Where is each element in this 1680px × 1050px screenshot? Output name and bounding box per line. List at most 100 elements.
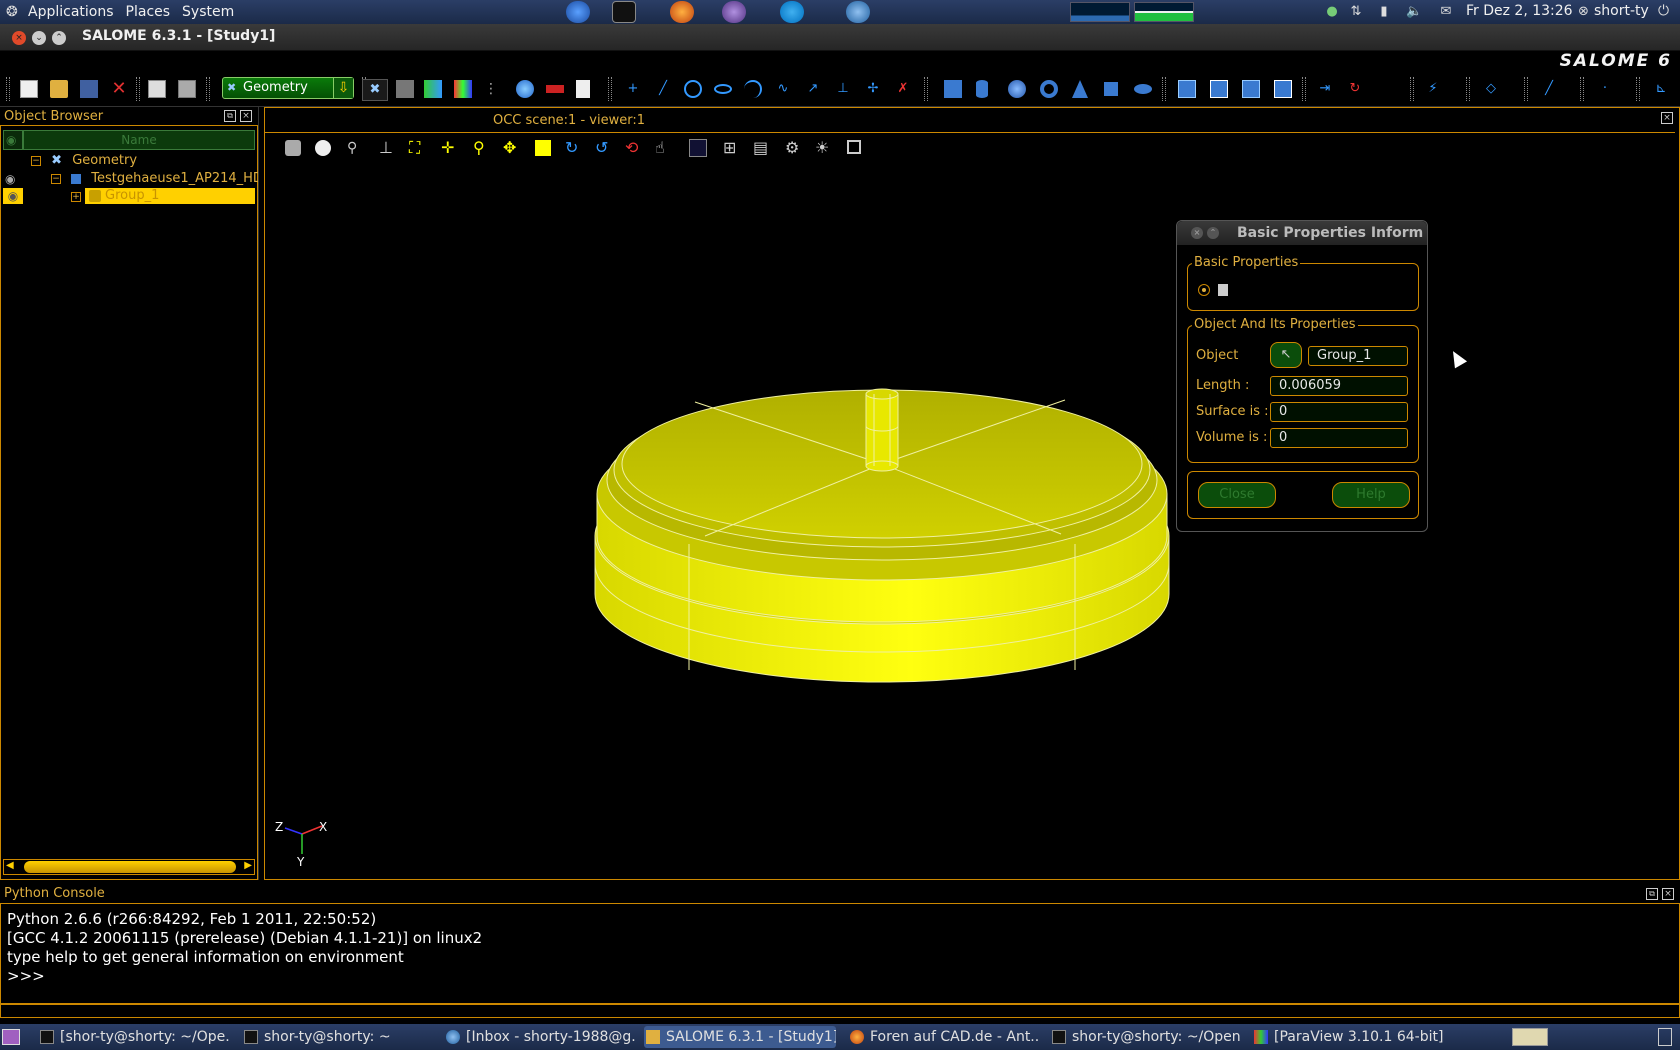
translation-icon[interactable]: ⇥ bbox=[1316, 80, 1334, 98]
task-salome[interactable]: SALOME 6.3.1 - [Study1] bbox=[644, 1026, 836, 1048]
length-field[interactable]: 0.006059 bbox=[1270, 376, 1408, 396]
visibility-column-header[interactable]: ◉ bbox=[3, 130, 23, 150]
expand-icon[interactable]: + bbox=[71, 191, 81, 202]
show-axes-icon[interactable]: ⊥ bbox=[379, 138, 393, 157]
maximize-window-icon[interactable]: ⌃ bbox=[52, 31, 66, 45]
line-icon[interactable]: ╱ bbox=[654, 80, 672, 98]
geometry-module-icon[interactable]: ✖ bbox=[362, 79, 388, 101]
new-document-icon[interactable] bbox=[20, 80, 38, 98]
horizontal-scrollbar[interactable]: ◀ ▶ bbox=[3, 859, 255, 875]
close-viewer-icon[interactable]: × bbox=[1661, 112, 1673, 124]
workspace-switcher[interactable] bbox=[1512, 1028, 1548, 1046]
thunderbird-launcher-icon[interactable] bbox=[846, 1, 870, 23]
scroll-left-icon[interactable]: ◀ bbox=[6, 860, 14, 871]
volume-icon[interactable]: 🔈 bbox=[1406, 4, 1422, 20]
viewer-tab[interactable]: OCC scene:1 - viewer:1 bbox=[269, 110, 869, 132]
cone-icon[interactable] bbox=[1072, 80, 1088, 98]
dialog-title-bar[interactable]: × ⌃ Basic Properties Inform bbox=[1177, 221, 1427, 245]
power-icon[interactable]: ⏻ bbox=[1658, 3, 1669, 19]
circle-icon[interactable] bbox=[684, 80, 702, 98]
close-panel-icon[interactable]: × bbox=[1662, 888, 1674, 900]
viewer-canvas[interactable]: Z X Y bbox=[265, 164, 1679, 879]
task-terminal-3[interactable]: shor-ty@shorty: ~/Open... bbox=[1050, 1026, 1242, 1048]
face-icon[interactable] bbox=[1104, 82, 1118, 96]
cylinder-icon[interactable] bbox=[976, 80, 988, 98]
save-icon[interactable] bbox=[80, 80, 98, 98]
task-terminal-2[interactable]: shor-ty@shorty: ~ bbox=[242, 1026, 434, 1048]
collapse-icon[interactable]: − bbox=[31, 155, 41, 166]
console-prompt[interactable]: >>> bbox=[7, 967, 1673, 986]
task-firefox[interactable]: Foren auf CAD.de - Ant... bbox=[848, 1026, 1040, 1048]
pan-icon[interactable]: ✥ bbox=[503, 138, 516, 157]
trash-icon[interactable] bbox=[1658, 1028, 1672, 1046]
battery-icon[interactable]: ▮ bbox=[1376, 4, 1392, 20]
menu-applications[interactable]: Applications bbox=[28, 4, 114, 20]
ellipse-icon[interactable] bbox=[714, 84, 732, 94]
global-pan-icon[interactable] bbox=[535, 140, 551, 156]
clock[interactable]: Fr Dez 2, 13:26 bbox=[1466, 3, 1573, 19]
fit-area-icon[interactable]: ✛ bbox=[441, 138, 454, 157]
ambient-light-icon[interactable]: ☀ bbox=[815, 138, 829, 157]
select-object-button[interactable]: ↖ bbox=[1270, 342, 1302, 368]
rotation-icon[interactable]: ↻ bbox=[1346, 80, 1364, 98]
zoom-icon[interactable]: ⚲ bbox=[473, 138, 485, 157]
close-document-icon[interactable]: ✕ bbox=[110, 80, 128, 98]
wire-icon[interactable]: ⊾ bbox=[1652, 80, 1670, 98]
box-icon[interactable] bbox=[944, 80, 962, 98]
user-name[interactable]: short-ty bbox=[1594, 3, 1649, 19]
task-thunderbird[interactable]: [Inbox - shorty-1988@g... bbox=[444, 1026, 636, 1048]
task-paraview[interactable]: [ParaView 3.10.1 64-bit] bbox=[1252, 1026, 1444, 1048]
clipping-icon[interactable]: ⊞ bbox=[723, 138, 736, 157]
vertex-icon[interactable]: · bbox=[1596, 80, 1614, 98]
tree-item-testgehaeuse[interactable]: − Testgehaeuse1_AP214_HD bbox=[51, 170, 263, 188]
update-icon[interactable]: ● bbox=[1324, 4, 1340, 20]
module-selector[interactable]: ✖ Geometry ⇩ bbox=[222, 77, 354, 99]
toolbar-handle[interactable] bbox=[6, 77, 10, 101]
tree-item-group-1-selection[interactable]: Group_1 bbox=[85, 188, 255, 204]
close-button[interactable]: Close bbox=[1198, 482, 1276, 508]
point-icon[interactable]: + bbox=[624, 80, 642, 98]
task-terminal-1[interactable]: [shor-ty@shorty: ~/Ope... bbox=[38, 1026, 230, 1048]
clone-view-icon[interactable] bbox=[689, 139, 707, 157]
smesh-module-icon[interactable] bbox=[396, 80, 414, 98]
graduated-axes-icon[interactable]: ⚙ bbox=[785, 138, 799, 157]
post-pro-module-icon[interactable] bbox=[424, 80, 442, 98]
section-icon[interactable] bbox=[1274, 80, 1292, 98]
object-field[interactable]: Group_1 bbox=[1308, 346, 1408, 366]
terminal-launcher-icon[interactable] bbox=[612, 1, 636, 23]
curve-icon[interactable]: ∿ bbox=[774, 80, 792, 98]
trihedron-icon[interactable] bbox=[315, 140, 331, 156]
open-folder-icon[interactable] bbox=[50, 80, 68, 98]
window-title-bar[interactable]: × ⌄ ⌃ SALOME 6.3.1 - [Study1] bbox=[0, 24, 1680, 51]
torus-icon[interactable] bbox=[1040, 80, 1058, 98]
rotate-icon[interactable]: ↻ bbox=[565, 138, 578, 157]
marker-icon[interactable]: ✗ bbox=[894, 80, 912, 98]
cut-icon[interactable] bbox=[1242, 80, 1260, 98]
document-tool-icon[interactable] bbox=[576, 80, 590, 98]
reset-view-icon[interactable]: ⟲ bbox=[625, 138, 638, 157]
collapse-icon[interactable]: − bbox=[51, 173, 61, 184]
minimize-window-icon[interactable]: ⌄ bbox=[32, 31, 46, 45]
gnome-foot-icon[interactable]: ❂ bbox=[6, 4, 22, 20]
disk-icon[interactable] bbox=[1134, 84, 1152, 94]
menu-places[interactable]: Places bbox=[126, 4, 171, 20]
yacs-module-icon[interactable] bbox=[454, 80, 472, 98]
rotate-point-icon[interactable]: ↺ bbox=[595, 138, 608, 157]
name-column-header[interactable]: Name bbox=[23, 130, 255, 150]
eye-icon[interactable]: ◉ bbox=[3, 188, 23, 204]
explode-icon[interactable]: ⚡ bbox=[1424, 80, 1442, 98]
skype-launcher-icon[interactable] bbox=[780, 1, 804, 23]
scaling-icon[interactable]: ▤ bbox=[753, 138, 768, 157]
shape-tool-icon[interactable]: ◇ bbox=[1482, 80, 1500, 98]
tree-item-geometry[interactable]: − ✖ Geometry bbox=[31, 152, 137, 170]
dialog-close-icon[interactable]: × bbox=[1191, 227, 1203, 239]
network-icon[interactable]: ⇅ bbox=[1348, 4, 1364, 20]
copy-icon[interactable] bbox=[148, 80, 166, 98]
common-icon[interactable] bbox=[1210, 80, 1228, 98]
view-preset-icon[interactable]: ☝ bbox=[655, 138, 665, 157]
cylinder-housing-shape[interactable] bbox=[594, 388, 1170, 683]
console-scrollbar[interactable] bbox=[0, 1004, 1680, 1018]
scroll-right-icon[interactable]: ▶ bbox=[244, 860, 252, 871]
dialog-collapse-icon[interactable]: ⌃ bbox=[1207, 227, 1219, 239]
paste-icon[interactable] bbox=[178, 80, 196, 98]
